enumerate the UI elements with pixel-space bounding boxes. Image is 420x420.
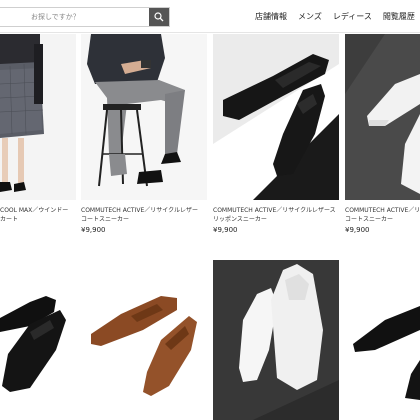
product-image[interactable]: [345, 34, 420, 200]
main-nav: 店舗情報 メンズ レディース 閲覧履歴 お: [255, 0, 420, 33]
product-name-line1: COMMUTECH ACTIVE／リサイクルレザース: [213, 207, 336, 214]
search-input[interactable]: [0, 8, 149, 26]
product-name-line2: カート: [0, 216, 19, 223]
nav-mens[interactable]: メンズ: [298, 11, 322, 22]
product-card[interactable]: COMMUTECH ACTIVE／リサイクルレザー コートスニーカー ¥9,90…: [81, 34, 207, 244]
product-name-line2: コートスニーカー: [81, 216, 130, 223]
product-image[interactable]: [81, 260, 207, 420]
product-image[interactable]: [213, 34, 339, 200]
product-image[interactable]: [213, 260, 339, 420]
product-price: ¥9,900: [81, 226, 106, 234]
site-header: 店舗情報 メンズ レディース 閲覧履歴 お: [0, 0, 420, 33]
product-price: ¥9,900: [345, 226, 370, 234]
search-icon: [154, 12, 164, 22]
product-price: ¥9,900: [213, 226, 238, 234]
product-name-line1: COMMUTECH ACTIVE／リサイ: [345, 207, 420, 214]
product-name-line2: リッポンスニーカー: [213, 216, 267, 223]
nav-store-info[interactable]: 店舗情報: [255, 11, 287, 22]
product-image[interactable]: [81, 34, 207, 200]
product-name-line1: COOL MAX／ウインドー: [0, 207, 69, 214]
search-box: [0, 7, 170, 27]
product-image[interactable]: [0, 34, 76, 200]
product-card[interactable]: [213, 260, 339, 420]
product-name-line1: COMMUTECH ACTIVE／リサイクルレザー: [81, 207, 198, 214]
product-card[interactable]: [345, 260, 420, 420]
search-button[interactable]: [149, 8, 169, 26]
product-card[interactable]: [81, 260, 207, 420]
product-card[interactable]: COMMUTECH ACTIVE／リサイクルレザース リッポンスニーカー ¥9,…: [213, 34, 339, 244]
product-card[interactable]: COMMUTECH ACTIVE／リサイ コートスニーカー ¥9,900: [345, 34, 420, 244]
product-name-line2: コートスニーカー: [345, 216, 394, 223]
product-card[interactable]: COOL MAX／ウインドー カート: [0, 34, 76, 244]
product-card[interactable]: [0, 260, 76, 420]
product-image[interactable]: [345, 260, 420, 420]
nav-ladies[interactable]: レディース: [333, 11, 372, 22]
product-image[interactable]: [0, 260, 76, 420]
nav-history[interactable]: 閲覧履歴: [383, 11, 415, 22]
